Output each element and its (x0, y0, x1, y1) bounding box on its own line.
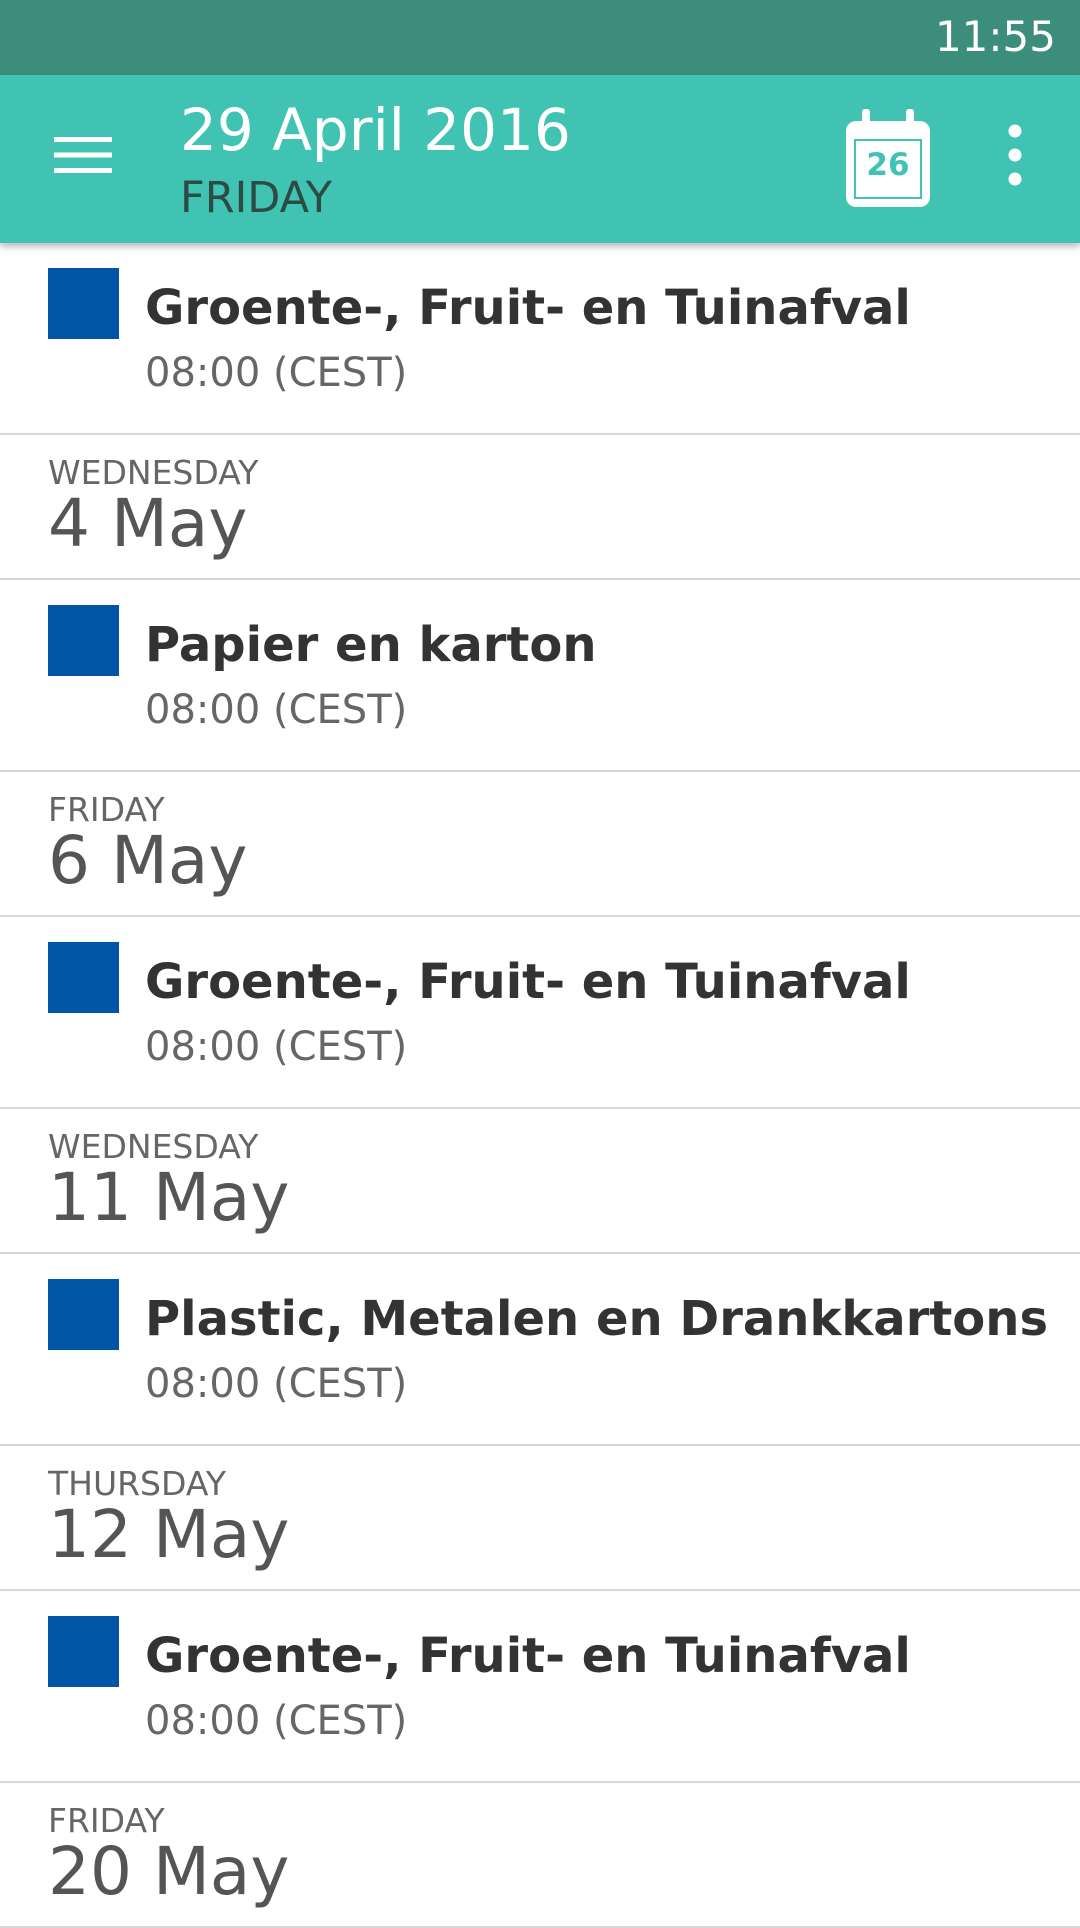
waste-color-swatch (48, 268, 119, 339)
menu-button[interactable] (40, 120, 126, 190)
date-day: 11 May (48, 1159, 290, 1236)
date-header: FRIDAY 6 May (0, 772, 1080, 917)
date-day: 6 May (48, 822, 248, 899)
header-date: 29 April 2016 (180, 96, 571, 164)
date-day: 4 May (48, 485, 248, 562)
list-item[interactable]: Plastic, Metalen en Drankkartons 08:00 (… (0, 1254, 1080, 1446)
date-day: 20 May (48, 1833, 290, 1910)
event-title: Groente-, Fruit- en Tuinafval (145, 1628, 911, 1684)
date-header: FRIDAY 20 May (0, 1783, 1080, 1928)
date-header: THURSDAY 12 May (0, 1446, 1080, 1591)
event-time: 08:00 (CEST) (145, 1698, 408, 1744)
waste-color-swatch (48, 1616, 119, 1687)
collection-list: Groente-, Fruit- en Tuinafval 08:00 (CES… (0, 243, 1080, 1928)
event-time: 08:00 (CEST) (145, 1361, 408, 1407)
calendar-button[interactable]: 26 (842, 109, 934, 211)
status-time: 11:55 (934, 12, 1056, 61)
header-weekday: FRIDAY (180, 173, 332, 223)
list-item[interactable]: Groente-, Fruit- en Tuinafval 08:00 (CES… (0, 917, 1080, 1109)
waste-color-swatch (48, 1279, 119, 1350)
menu-icon (54, 137, 112, 173)
list-item[interactable]: Groente-, Fruit- en Tuinafval 08:00 (CES… (0, 1591, 1080, 1783)
event-title: Plastic, Metalen en Drankkartons (145, 1291, 1049, 1347)
event-title: Groente-, Fruit- en Tuinafval (145, 280, 911, 336)
event-title: Groente-, Fruit- en Tuinafval (145, 954, 911, 1010)
date-day: 12 May (48, 1496, 290, 1573)
calendar-day-number: 26 (866, 147, 910, 183)
date-header: WEDNESDAY 11 May (0, 1109, 1080, 1254)
list-item[interactable]: Groente-, Fruit- en Tuinafval 08:00 (CES… (0, 243, 1080, 435)
event-time: 08:00 (CEST) (145, 1024, 408, 1070)
more-options-button[interactable] (980, 120, 1050, 190)
waste-color-swatch (48, 605, 119, 676)
more-vert-icon (1008, 124, 1022, 186)
event-time: 08:00 (CEST) (145, 687, 408, 733)
event-title: Papier en karton (145, 617, 597, 673)
date-header: WEDNESDAY 4 May (0, 435, 1080, 580)
app-bar: 29 April 2016 FRIDAY 26 (0, 75, 1080, 243)
list-item[interactable]: Papier en karton 08:00 (CEST) (0, 580, 1080, 772)
status-bar: 11:55 (0, 0, 1080, 75)
waste-color-swatch (48, 942, 119, 1013)
event-time: 08:00 (CEST) (145, 350, 408, 396)
